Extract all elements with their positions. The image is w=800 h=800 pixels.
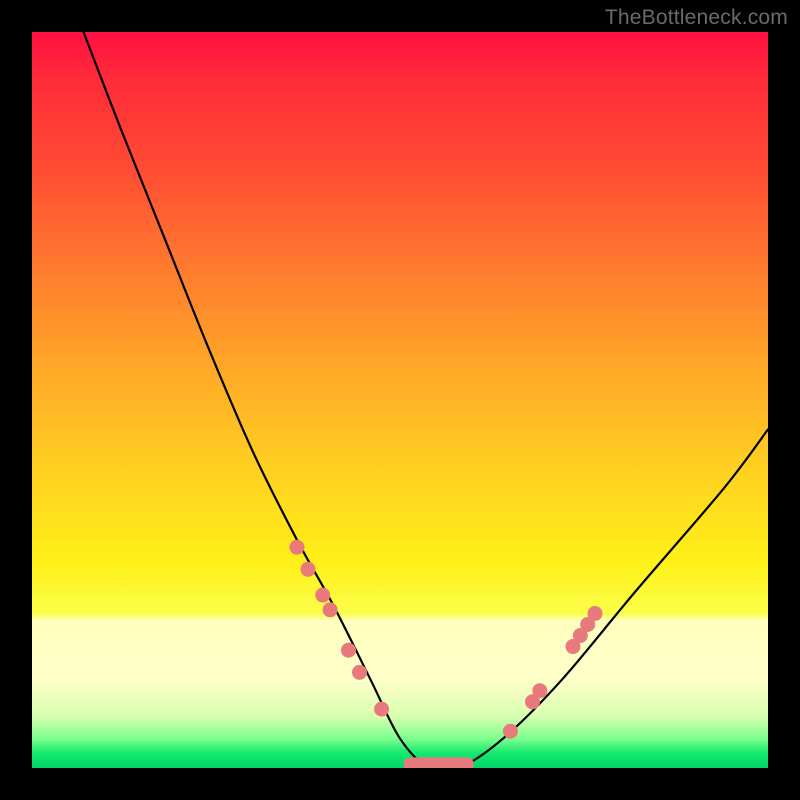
chart-frame: TheBottleneck.com <box>0 0 800 800</box>
curve-marker <box>323 602 338 617</box>
watermark-text: TheBottleneck.com <box>605 6 788 30</box>
curve-marker <box>588 606 603 621</box>
curve-marker <box>374 702 389 717</box>
curve-marker <box>503 724 518 739</box>
curve-marker <box>289 540 304 555</box>
bottom-flat-marker <box>404 757 474 768</box>
curve-layer <box>32 32 768 768</box>
curve-marker <box>301 562 316 577</box>
plot-area <box>32 32 768 768</box>
curve-marker <box>341 643 356 658</box>
curve-marker <box>315 588 330 603</box>
curve-markers <box>289 540 602 739</box>
curve-marker <box>352 665 367 680</box>
curve-marker <box>532 683 547 698</box>
bottleneck-curve <box>84 32 768 768</box>
